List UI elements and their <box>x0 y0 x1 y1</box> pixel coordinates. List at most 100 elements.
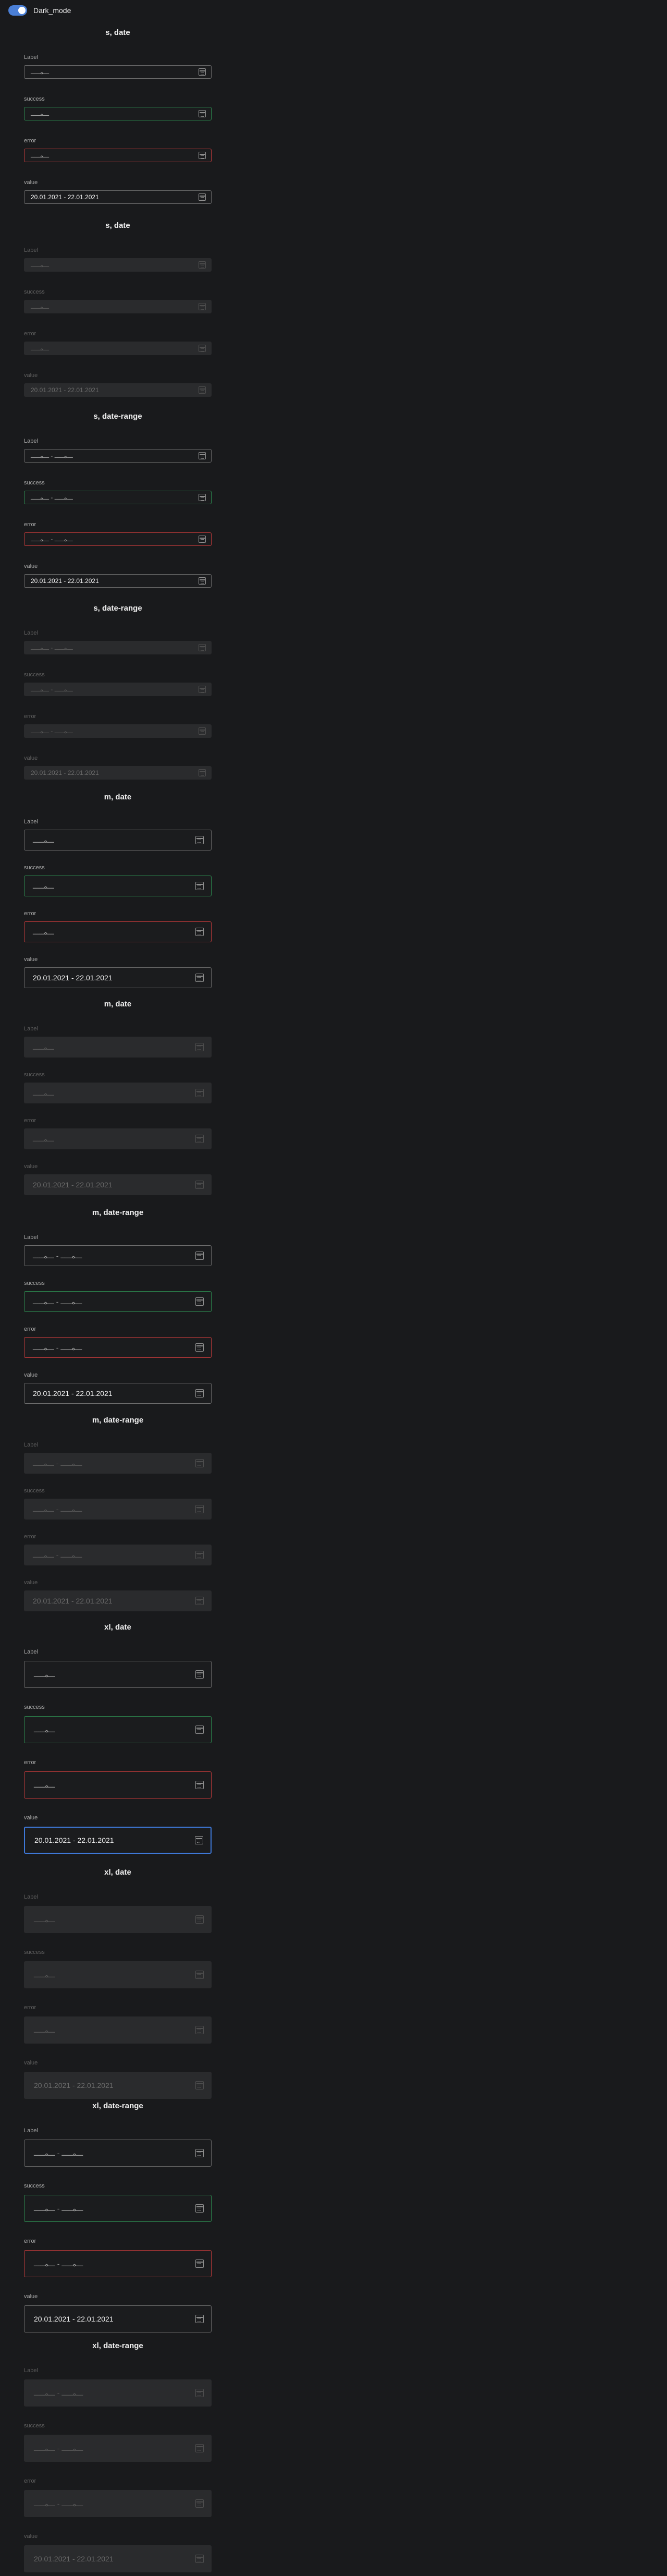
calendar-icon[interactable] <box>195 1836 203 1844</box>
calendar-icon[interactable] <box>195 1389 204 1398</box>
date-input-label[interactable]: ـــمـــــ <box>24 1661 212 1688</box>
field-label-error: error <box>24 2238 36 2244</box>
calendar-icon[interactable] <box>195 1670 204 1679</box>
field-label-value: value <box>24 2060 38 2066</box>
calendar-icon[interactable] <box>195 2259 204 2268</box>
field-label-label: Label <box>24 54 38 60</box>
field-label-label: Label <box>24 2128 38 2134</box>
calendar-icon[interactable] <box>199 193 206 201</box>
field-label-error: error <box>24 521 36 528</box>
calendar-icon[interactable] <box>199 68 206 76</box>
date-range-input-success[interactable]: ـــمـــــ - ـــمـــــ <box>24 491 212 504</box>
calendar-icon[interactable] <box>195 1781 204 1789</box>
date-input-value[interactable]: 20.01.2021 - 22.01.2021 <box>24 967 212 988</box>
input-value: 20.01.2021 - 22.01.2021 <box>31 577 99 585</box>
date-range-input-success[interactable]: ـــمـــــ - ـــمـــــ <box>24 1291 212 1312</box>
date-range-input-error[interactable]: ـــمـــــ - ـــمـــــ <box>24 1337 212 1358</box>
calendar-icon[interactable] <box>199 494 206 501</box>
date-input-success[interactable]: ـــمـــــ <box>24 876 212 896</box>
date-input-error[interactable]: ـــمـــــ <box>24 921 212 942</box>
input-placeholder: ـــمـــــ <box>34 2025 56 2034</box>
input-placeholder: ـــمـــــ <box>31 261 50 269</box>
date-input-value[interactable]: 20.01.2021 - 22.01.2021 <box>24 190 212 204</box>
date-range-input-label[interactable]: ـــمـــــ - ـــمـــــ <box>24 1245 212 1266</box>
calendar-icon[interactable] <box>199 110 206 117</box>
calendar-icon[interactable] <box>195 2149 204 2157</box>
date-range-input-label[interactable]: ـــمـــــ - ـــمـــــ <box>24 449 212 463</box>
section-title: s, date <box>105 221 130 230</box>
input-value: 20.01.2021 - 22.01.2021 <box>34 2555 114 2563</box>
dark-mode-toggle-row: Dark_mode <box>8 4 71 17</box>
dark-mode-label: Dark_mode <box>33 6 71 15</box>
date-range-input-label[interactable]: ـــمـــــ - ـــمـــــ <box>24 2140 212 2167</box>
calendar-icon[interactable] <box>195 882 204 890</box>
date-input-success[interactable]: ـــمـــــ <box>24 107 212 120</box>
calendar-icon[interactable] <box>199 452 206 459</box>
section-title: xl, date-range <box>92 2101 143 2110</box>
calendar-icon[interactable] <box>195 2315 204 2323</box>
field-label-value: value <box>24 1163 38 1170</box>
calendar-icon <box>195 2555 204 2563</box>
calendar-icon[interactable] <box>195 974 204 982</box>
field-label-label: Label <box>24 2367 38 2374</box>
calendar-icon[interactable] <box>199 536 206 543</box>
calendar-icon <box>195 2389 204 2397</box>
date-input-success: ـــمـــــ <box>24 300 212 313</box>
date-input-label[interactable]: ـــمـــــ <box>24 65 212 79</box>
date-input-success[interactable]: ـــمـــــ <box>24 1716 212 1743</box>
date-input-error[interactable]: ـــمـــــ <box>24 149 212 162</box>
date-range-input-error[interactable]: ـــمـــــ - ـــمـــــ <box>24 2250 212 2277</box>
calendar-icon <box>195 1089 204 1097</box>
date-input-label[interactable]: ـــمـــــ <box>24 830 212 850</box>
calendar-icon <box>195 1459 204 1467</box>
calendar-icon[interactable] <box>195 1297 204 1306</box>
input-placeholder: ـــمـــــ - ـــمـــــ <box>33 1297 82 1306</box>
calendar-icon[interactable] <box>195 1251 204 1260</box>
calendar-icon <box>195 2499 204 2508</box>
field-label-success: success <box>24 672 45 678</box>
dark-mode-toggle[interactable] <box>8 5 27 16</box>
input-value: 20.01.2021 - 22.01.2021 <box>34 2081 114 2089</box>
calendar-icon[interactable] <box>199 152 206 159</box>
date-input-label: ـــمـــــ <box>24 1037 212 1058</box>
section-title: xl, date <box>104 1623 131 1632</box>
field-label-value: value <box>24 755 38 761</box>
input-value: 20.01.2021 - 22.01.2021 <box>34 2315 114 2323</box>
date-input-value: 20.01.2021 - 22.01.2021 <box>24 383 212 397</box>
date-input-error: ـــمـــــ <box>24 1128 212 1149</box>
input-placeholder: ـــمـــــ <box>34 1970 56 1979</box>
date-range-input-value[interactable]: 20.01.2021 - 22.01.2021 <box>24 1383 212 1404</box>
input-placeholder: ـــمـــــ - ـــمـــــ <box>31 536 73 543</box>
calendar-icon[interactable] <box>195 928 204 936</box>
calendar-icon[interactable] <box>195 2204 204 2213</box>
calendar-icon <box>199 386 206 394</box>
field-label-value: value <box>24 563 38 569</box>
section-title: s, date-range <box>93 604 142 613</box>
section-title: s, date <box>105 28 130 37</box>
calendar-icon[interactable] <box>195 836 204 844</box>
date-input-error[interactable]: ـــمـــــ <box>24 1771 212 1799</box>
date-range-input-value[interactable]: 20.01.2021 - 22.01.2021 <box>24 2305 212 2332</box>
input-placeholder: ـــمـــــ - ـــمـــــ <box>34 2499 83 2508</box>
calendar-icon[interactable] <box>199 577 206 585</box>
calendar-icon <box>195 2026 204 2034</box>
date-range-input-error: ـــمـــــ - ـــمـــــ <box>24 724 212 738</box>
field-label-success: success <box>24 289 45 295</box>
input-placeholder: ـــمـــــ <box>31 303 50 310</box>
date-range-input-error[interactable]: ـــمـــــ - ـــمـــــ <box>24 532 212 546</box>
input-placeholder: ـــمـــــ - ـــمـــــ <box>34 2444 83 2452</box>
date-range-input-value[interactable]: 20.01.2021 - 22.01.2021 <box>24 574 212 588</box>
input-placeholder: ـــمـــــ <box>34 1780 56 1789</box>
field-label-success: success <box>24 1488 45 1494</box>
field-label-error: error <box>24 1759 36 1766</box>
input-placeholder: ـــمـــــ - ـــمـــــ <box>34 2259 83 2268</box>
date-input-value[interactable]: 20.01.2021 - 22.01.2021 <box>24 1827 212 1854</box>
calendar-icon <box>199 727 206 735</box>
input-placeholder: ـــمـــــ <box>33 835 55 844</box>
calendar-icon[interactable] <box>195 1726 204 1734</box>
input-placeholder: ـــمـــــ - ـــمـــــ <box>34 2388 83 2397</box>
field-label-error: error <box>24 713 36 720</box>
calendar-icon[interactable] <box>195 1343 204 1352</box>
date-range-input-success[interactable]: ـــمـــــ - ـــمـــــ <box>24 2195 212 2222</box>
field-label-label: Label <box>24 438 38 444</box>
